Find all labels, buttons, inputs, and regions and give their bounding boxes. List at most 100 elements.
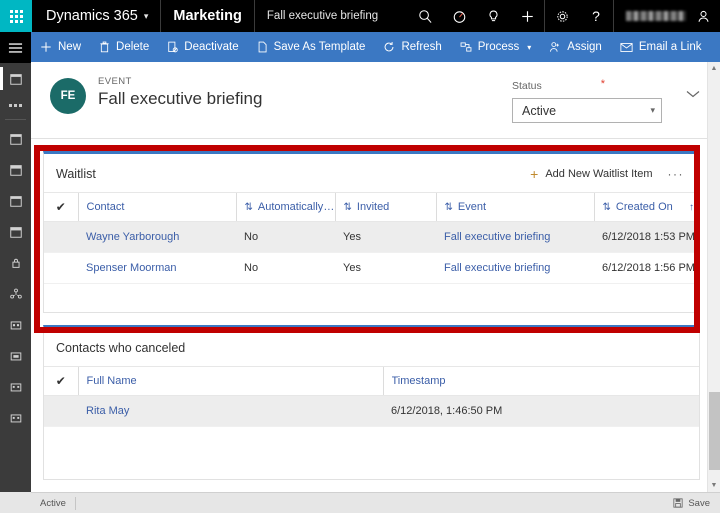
contact-link[interactable]: Wayne Yarborough bbox=[86, 231, 179, 243]
cell-contact[interactable]: Wayne Yarborough bbox=[78, 221, 236, 253]
column-header-timestamp[interactable]: Timestamp bbox=[382, 366, 699, 396]
waitlist-grid-footer bbox=[44, 284, 699, 312]
lightbulb-icon[interactable] bbox=[476, 0, 510, 32]
table-header-row: ✔ Contact ⇅ Automatically ... ⇅ Invited … bbox=[44, 192, 699, 222]
user-avatar-icon[interactable] bbox=[694, 0, 720, 32]
rail-item-venues[interactable] bbox=[0, 309, 31, 340]
scrollbar-thumb[interactable] bbox=[709, 392, 720, 470]
row-select-checkbox[interactable] bbox=[44, 221, 78, 253]
delete-button-label: Delete bbox=[116, 41, 150, 53]
column-label: Created On bbox=[615, 201, 673, 213]
refresh-button[interactable]: Refresh bbox=[374, 32, 450, 62]
plus-icon[interactable] bbox=[510, 0, 544, 32]
rail-item-speakers[interactable] bbox=[0, 247, 31, 278]
scroll-up-arrow-icon[interactable]: ▲ bbox=[708, 62, 720, 75]
status-bar-save-button[interactable]: Save bbox=[663, 498, 720, 509]
delete-button[interactable]: Delete bbox=[90, 32, 158, 62]
dynamics-365-menu[interactable]: Dynamics 365 ▾ bbox=[32, 0, 162, 32]
checkmark-icon: ✔ bbox=[55, 374, 66, 388]
rail-item-layouts[interactable] bbox=[0, 402, 31, 433]
contact-link[interactable]: Spenser Moorman bbox=[86, 262, 177, 274]
command-overflow-button[interactable]: ··· bbox=[710, 40, 720, 55]
cell-full-name[interactable]: Rita May bbox=[78, 395, 383, 427]
timer-icon[interactable] bbox=[442, 0, 476, 32]
table-row[interactable]: Rita May 6/12/2018, 1:46:50 PM bbox=[44, 395, 699, 427]
rail-item-sessions[interactable] bbox=[0, 154, 31, 185]
contact-link[interactable]: Rita May bbox=[86, 405, 129, 417]
plus-icon: + bbox=[530, 166, 539, 182]
deactivate-button[interactable]: Deactivate bbox=[158, 32, 247, 62]
event-link[interactable]: Fall executive briefing bbox=[444, 262, 550, 274]
refresh-button-label: Refresh bbox=[401, 41, 442, 53]
cell-event[interactable]: Fall executive briefing bbox=[436, 252, 594, 284]
record-breadcrumb[interactable]: Fall executive briefing bbox=[255, 10, 390, 22]
scroll-down-arrow-icon[interactable]: ▼ bbox=[708, 479, 720, 492]
site-map-button[interactable] bbox=[0, 32, 31, 63]
cell-timestamp: 6/12/2018, 1:46:50 PM bbox=[383, 395, 699, 427]
row-select-checkbox[interactable] bbox=[44, 252, 78, 284]
rail-item-tracks[interactable] bbox=[0, 185, 31, 216]
save-as-template-button[interactable]: Save As Template bbox=[248, 32, 375, 62]
event-link[interactable]: Fall executive briefing bbox=[444, 231, 550, 243]
waitlist-card-header: Waitlist + Add New Waitlist Item ··· bbox=[44, 154, 699, 192]
column-header-automatically[interactable]: ⇅ Automatically ... bbox=[235, 192, 335, 222]
help-icon[interactable]: ? bbox=[579, 0, 613, 32]
sort-icon: ⇅ bbox=[244, 201, 253, 213]
building-icon bbox=[10, 320, 21, 329]
select-all-checkbox[interactable]: ✔ bbox=[44, 366, 78, 396]
new-button[interactable]: New bbox=[31, 32, 90, 62]
table-row[interactable]: Wayne Yarborough No Yes Fall executive b… bbox=[44, 221, 699, 253]
divider bbox=[613, 0, 614, 32]
rail-item-team[interactable] bbox=[0, 278, 31, 309]
column-header-created-on[interactable]: ⇅ Created On ↑ bbox=[593, 192, 699, 222]
left-navigation-rail bbox=[0, 32, 31, 513]
waitlist-overflow-button[interactable]: ··· bbox=[663, 167, 690, 181]
app-launcher-button[interactable] bbox=[0, 0, 32, 32]
statusbar-corner bbox=[0, 492, 31, 513]
search-icon[interactable] bbox=[408, 0, 442, 32]
rail-item-buildings[interactable] bbox=[0, 340, 31, 371]
email-a-link-button[interactable]: Email a Link bbox=[611, 32, 711, 62]
process-button[interactable]: Process ▾ bbox=[451, 32, 541, 62]
cell-event[interactable]: Fall executive briefing bbox=[436, 221, 594, 253]
building-icon bbox=[10, 382, 21, 391]
column-header-contact[interactable]: Contact bbox=[77, 192, 236, 222]
assign-button[interactable]: Assign bbox=[540, 32, 611, 62]
column-header-full-name[interactable]: Full Name bbox=[77, 366, 383, 396]
deactivate-icon bbox=[167, 41, 178, 53]
cell-automatically: No bbox=[236, 252, 335, 284]
column-label: Invited bbox=[356, 201, 390, 213]
status-selected-value: Active bbox=[522, 103, 557, 118]
chevron-down-icon: ▾ bbox=[527, 42, 532, 52]
status-dropdown[interactable]: Active ▾ bbox=[512, 98, 662, 123]
chevron-down-icon: ▾ bbox=[143, 10, 149, 21]
waitlist-subgrid-card: Waitlist + Add New Waitlist Item ··· ✔ C… bbox=[43, 151, 700, 313]
row-select-checkbox[interactable] bbox=[44, 395, 78, 427]
building-icon bbox=[10, 413, 21, 422]
rail-item-passes[interactable] bbox=[0, 216, 31, 247]
save-as-template-label: Save As Template bbox=[273, 41, 366, 53]
assign-button-label: Assign bbox=[567, 41, 602, 53]
canceled-grid: ✔ Full Name Timestamp Rita May 6/12/2018… bbox=[44, 366, 699, 427]
building-icon bbox=[10, 351, 21, 360]
rail-item-events[interactable] bbox=[0, 123, 31, 154]
calendar-icon bbox=[9, 226, 22, 238]
table-row[interactable]: Spenser Moorman No Yes Fall executive br… bbox=[44, 252, 699, 284]
header-collapse-button[interactable] bbox=[686, 90, 700, 98]
email-link-icon bbox=[620, 42, 633, 53]
rail-item-recent[interactable] bbox=[0, 63, 31, 94]
app-name-label[interactable]: Marketing bbox=[161, 0, 255, 32]
form-canvas: FE EVENT Fall executive briefing Status … bbox=[31, 62, 720, 492]
rail-overflow-dots[interactable] bbox=[0, 94, 31, 116]
column-header-invited[interactable]: ⇅ Invited bbox=[334, 192, 436, 222]
gear-icon[interactable] bbox=[545, 0, 579, 32]
add-new-waitlist-item-button[interactable]: + Add New Waitlist Item bbox=[524, 165, 658, 183]
avatar: FE bbox=[50, 78, 86, 114]
canceled-grid-header: ✔ Full Name Timestamp bbox=[44, 366, 699, 396]
rail-item-rooms[interactable] bbox=[0, 371, 31, 402]
divider bbox=[5, 119, 26, 120]
cell-contact[interactable]: Spenser Moorman bbox=[78, 252, 236, 284]
column-header-event[interactable]: ⇅ Event bbox=[435, 192, 594, 222]
vertical-scrollbar[interactable]: ▲ ▼ bbox=[707, 62, 720, 492]
select-all-checkbox[interactable]: ✔ bbox=[44, 192, 78, 222]
